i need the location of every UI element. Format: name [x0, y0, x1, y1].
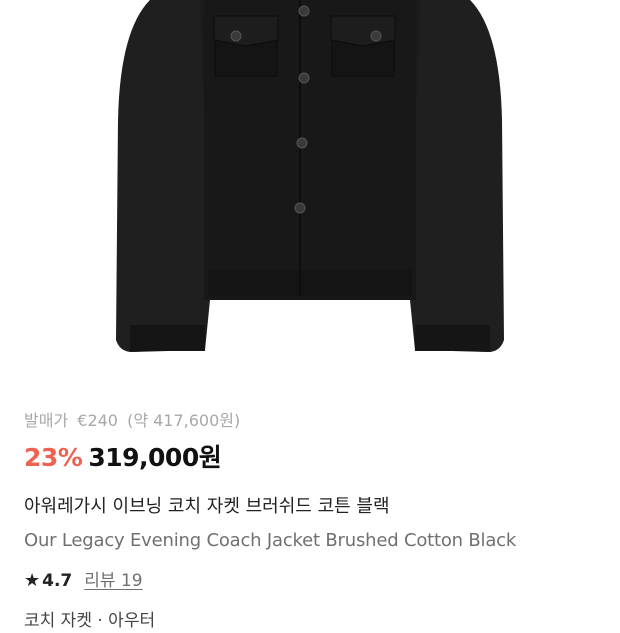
price-line: 23% 319,000원 — [24, 443, 596, 473]
sale-price: 319,000원 — [88, 443, 222, 472]
rating-value: 4.7 — [42, 571, 73, 591]
rating-line: ★ 4.7 리뷰 19 — [24, 569, 596, 593]
discount-rate: 23% — [24, 443, 83, 472]
product-name-korean: 아워레가시 이브닝 코치 자켓 브러쉬드 코튼 블랙 — [24, 496, 390, 517]
category-line: 코치 자켓 · 아우터 — [24, 611, 156, 631]
release-price: €240 — [77, 411, 118, 430]
release-price-converted: (약 417,600원) — [127, 411, 241, 430]
product-image[interactable] — [0, 0, 620, 395]
star-icon: ★ — [24, 570, 41, 591]
product-info: 발매가 €240 (약 417,600원) 23% 319,000원 아워레가시 … — [24, 410, 596, 633]
jacket-image — [116, 0, 504, 352]
product-name-english: Our Legacy Evening Coach Jacket Brushed … — [24, 530, 517, 551]
release-price-label: 발매가 — [24, 411, 69, 430]
release-price-line: 발매가 €240 (약 417,600원) — [24, 410, 596, 432]
reviews-link[interactable]: 리뷰 19 — [84, 569, 142, 593]
